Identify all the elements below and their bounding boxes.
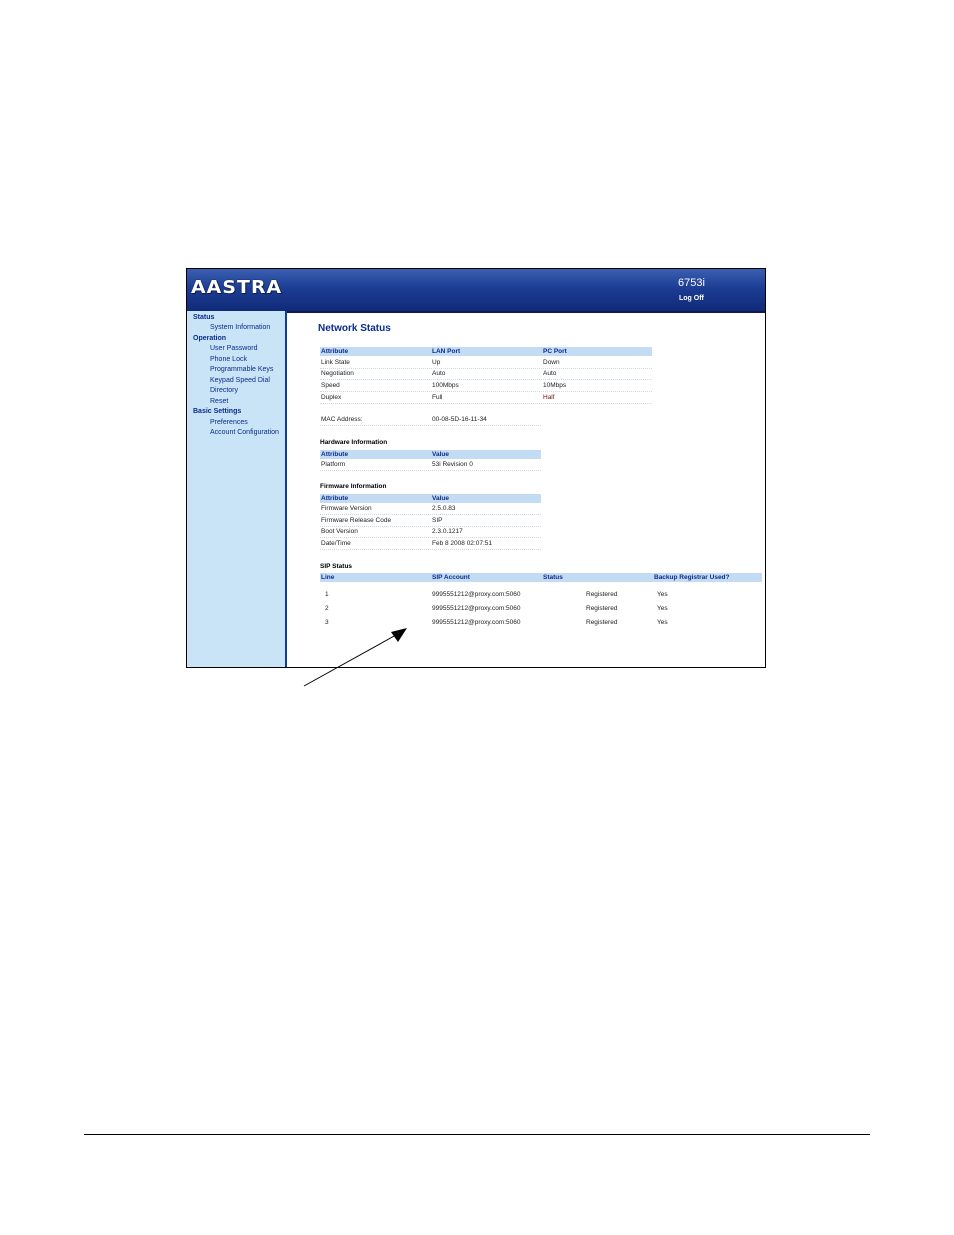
arrow-line <box>303 634 397 687</box>
callout-arrow <box>303 628 407 687</box>
footer-rule <box>84 1134 870 1135</box>
arrow-head <box>391 628 407 642</box>
